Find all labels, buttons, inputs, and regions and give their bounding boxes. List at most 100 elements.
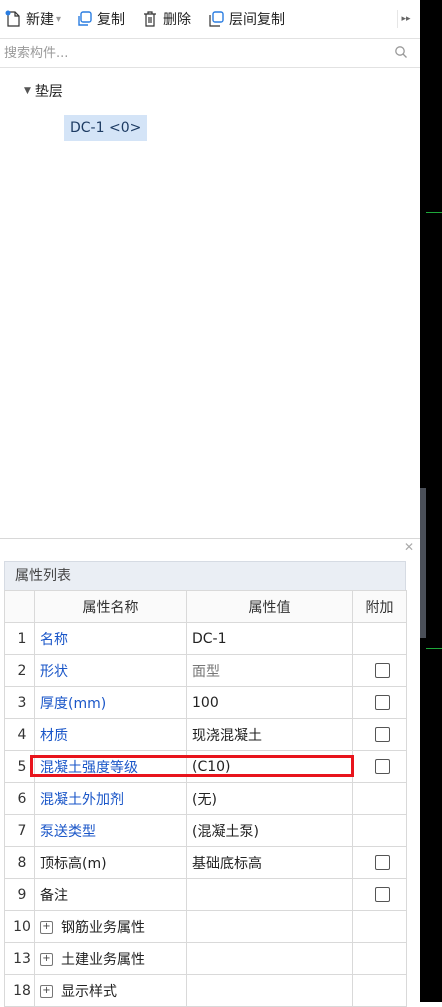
row-number: 13 <box>4 942 35 975</box>
new-label: 新建 <box>26 12 54 28</box>
floor-copy-button[interactable]: 层间复制 <box>203 0 289 38</box>
splitter-handle[interactable] <box>420 488 426 638</box>
extra-checkbox[interactable] <box>374 887 390 902</box>
extra-checkbox[interactable] <box>374 759 390 774</box>
row-number: 9 <box>4 878 35 911</box>
copy-button[interactable]: 复制 <box>71 0 129 38</box>
copy-icon <box>78 11 92 26</box>
property-value[interactable]: 现浇混凝土 <box>186 718 353 751</box>
expand-plus-icon[interactable]: + <box>40 953 53 966</box>
extra-cell <box>352 878 407 911</box>
property-value[interactable]: DC-1 <box>186 622 353 655</box>
row-number: 5 <box>4 750 35 783</box>
extra-cell <box>352 718 407 751</box>
table-row[interactable]: 3 厚度(mm) 100 <box>4 686 407 719</box>
component-tree: ▼ 垫层 DC-1 <0> <box>0 67 420 537</box>
extra-checkbox[interactable] <box>374 855 390 870</box>
extra-checkbox[interactable] <box>374 727 390 742</box>
property-value[interactable]: (C10) <box>186 750 353 783</box>
extra-cell <box>352 814 407 847</box>
property-value[interactable] <box>186 878 353 911</box>
table-row[interactable]: 8 顶标高(m) 基础底标高 <box>4 846 407 879</box>
property-name[interactable]: 材质 <box>34 718 187 751</box>
table-row[interactable]: 10 + 钢筋业务属性 <box>4 910 407 943</box>
delete-button[interactable]: 删除 <box>137 0 195 38</box>
new-button[interactable]: 新建 ▾ <box>0 0 71 38</box>
property-name[interactable]: 顶标高(m) <box>34 846 187 879</box>
extra-cell <box>352 942 407 975</box>
row-number: 2 <box>4 654 35 687</box>
new-file-icon <box>5 10 20 27</box>
panel-splitter[interactable] <box>0 538 420 539</box>
property-name[interactable]: 厚度(mm) <box>34 686 187 719</box>
extra-cell <box>352 846 407 879</box>
property-name[interactable]: 名称 <box>34 622 187 655</box>
tree-node-dc1[interactable]: DC-1 <0> <box>64 115 148 141</box>
table-row[interactable]: 6 混凝土外加剂 (无) <box>4 782 407 815</box>
property-value[interactable]: (无) <box>186 782 353 815</box>
table-row[interactable]: 2 形状 面型 <box>4 654 407 687</box>
side-strip <box>420 0 442 1002</box>
extra-cell <box>352 654 407 687</box>
col-index-header <box>4 590 35 623</box>
search-icon[interactable] <box>394 45 408 59</box>
row-number: 4 <box>4 718 35 751</box>
extra-checkbox[interactable] <box>374 695 390 710</box>
property-name[interactable]: 混凝土强度等级 <box>34 750 187 783</box>
property-table: 属性名称 属性值 附加 1 名称 DC-1 2 形状 面型 3 厚度(mm) 1… <box>4 590 407 1007</box>
delete-label: 删除 <box>163 12 192 28</box>
row-number: 7 <box>4 814 35 847</box>
table-row[interactable]: 13 + 土建业务属性 <box>4 942 407 975</box>
tree-node-label: 垫层 <box>34 84 63 100</box>
property-value[interactable]: (混凝土泵) <box>186 814 353 847</box>
guide-line <box>426 648 442 649</box>
search-bar <box>0 38 420 68</box>
row-number: 10 <box>4 910 35 943</box>
property-group[interactable]: + 钢筋业务属性 <box>34 910 187 943</box>
property-name[interactable]: 混凝土外加剂 <box>34 782 187 815</box>
toolbar: 新建 ▾ 复制 删除 层间复制 ▸▸ <box>0 0 420 38</box>
extra-cell <box>352 686 407 719</box>
close-icon[interactable]: ✕ <box>404 540 414 554</box>
tree-node-cushion[interactable]: ▼ 垫层 <box>24 81 63 101</box>
extra-cell <box>352 622 407 655</box>
property-value <box>186 910 353 943</box>
extra-checkbox[interactable] <box>374 663 390 678</box>
property-group[interactable]: + 土建业务属性 <box>34 942 187 975</box>
expand-plus-icon[interactable]: + <box>40 985 53 998</box>
property-value <box>186 942 353 975</box>
property-panel-title: 属性列表 <box>4 561 406 591</box>
row-number: 3 <box>4 686 35 719</box>
guide-line <box>426 212 442 213</box>
floor-copy-icon <box>209 11 224 27</box>
table-row[interactable]: 7 泵送类型 (混凝土泵) <box>4 814 407 847</box>
group-label: 土建业务属性 <box>61 951 145 968</box>
row-number: 8 <box>4 846 35 879</box>
property-name[interactable]: 泵送类型 <box>34 814 187 847</box>
trash-icon <box>144 11 157 27</box>
row-number: 6 <box>4 782 35 815</box>
group-label: 显示样式 <box>61 983 117 1000</box>
col-name-header: 属性名称 <box>34 590 187 623</box>
copy-label: 复制 <box>97 12 126 28</box>
table-row[interactable]: 1 名称 DC-1 <box>4 622 407 655</box>
table-row[interactable]: 5 混凝土强度等级 (C10) <box>4 750 407 783</box>
property-value[interactable]: 100 <box>186 686 353 719</box>
more-tools-icon[interactable]: ▸▸ <box>397 10 414 28</box>
property-name[interactable]: 备注 <box>34 878 187 911</box>
col-value-header: 属性值 <box>186 590 353 623</box>
property-value[interactable]: 面型 <box>186 654 353 687</box>
new-dropdown-icon[interactable]: ▾ <box>56 14 61 25</box>
extra-cell <box>352 910 407 943</box>
property-value[interactable]: 基础底标高 <box>186 846 353 879</box>
property-name[interactable]: 形状 <box>34 654 187 687</box>
extra-cell <box>352 782 407 815</box>
expand-plus-icon[interactable]: + <box>40 921 53 934</box>
search-input[interactable] <box>0 41 384 65</box>
collapse-triangle-icon[interactable]: ▼ <box>24 86 31 96</box>
extra-cell <box>352 750 407 783</box>
col-extra-header: 附加 <box>352 590 407 623</box>
table-row[interactable]: 4 材质 现浇混凝土 <box>4 718 407 751</box>
table-row[interactable]: 9 备注 <box>4 878 407 911</box>
row-number: 1 <box>4 622 35 655</box>
